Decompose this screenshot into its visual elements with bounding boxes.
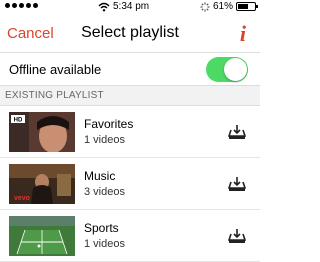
- section-header-label: EXISTING PLAYLIST: [5, 90, 104, 101]
- playlist-title: Music: [84, 169, 116, 183]
- signal-dot: [5, 3, 10, 8]
- download-icon[interactable]: [228, 228, 246, 244]
- section-header: EXISTING PLAYLIST: [0, 86, 260, 106]
- playlist-item-sports[interactable]: Sports 1 videos: [0, 210, 260, 262]
- playlist-title: Favorites: [84, 117, 134, 131]
- info-button[interactable]: i: [240, 21, 246, 47]
- navigation-bar: Cancel Select playlist i: [0, 14, 260, 52]
- battery-fill: [238, 4, 248, 9]
- playlist-title: Sports: [84, 221, 119, 235]
- playlist-list: HD Favorites 1 videos vevo Music 3 video…: [0, 106, 260, 262]
- thumb-badge: vevo: [14, 195, 30, 202]
- offline-label: Offline available: [9, 62, 102, 77]
- wifi-icon: [98, 2, 110, 11]
- status-time: 5:34 pm: [113, 1, 150, 12]
- playlist-count: 1 videos: [84, 134, 125, 146]
- activity-icon: [200, 2, 210, 11]
- playlist-count: 3 videos: [84, 186, 125, 198]
- signal-indicator: [5, 3, 38, 8]
- playlist-count: 1 videos: [84, 238, 125, 250]
- offline-setting-row: Offline available: [0, 52, 260, 86]
- toggle-knob: [224, 58, 247, 81]
- thumb-badge: HD: [14, 118, 23, 124]
- battery-icon: [236, 2, 258, 11]
- page-title: Select playlist: [81, 24, 179, 41]
- download-icon[interactable]: [228, 124, 246, 140]
- signal-dot: [33, 3, 38, 8]
- download-icon[interactable]: [228, 176, 246, 192]
- playlist-item-favorites[interactable]: HD Favorites 1 videos: [0, 106, 260, 158]
- playlist-thumbnail: HD: [9, 112, 75, 152]
- playlist-thumbnail: vevo: [9, 164, 75, 204]
- playlist-item-music[interactable]: vevo Music 3 videos: [0, 158, 260, 210]
- battery-percent: 61%: [212, 1, 233, 12]
- status-bar: 5:34 pm 61%: [0, 0, 260, 14]
- signal-dot: [26, 3, 31, 8]
- signal-dot: [19, 3, 24, 8]
- offline-toggle[interactable]: [206, 57, 248, 82]
- signal-dot: [12, 3, 17, 8]
- playlist-thumbnail: [9, 216, 75, 256]
